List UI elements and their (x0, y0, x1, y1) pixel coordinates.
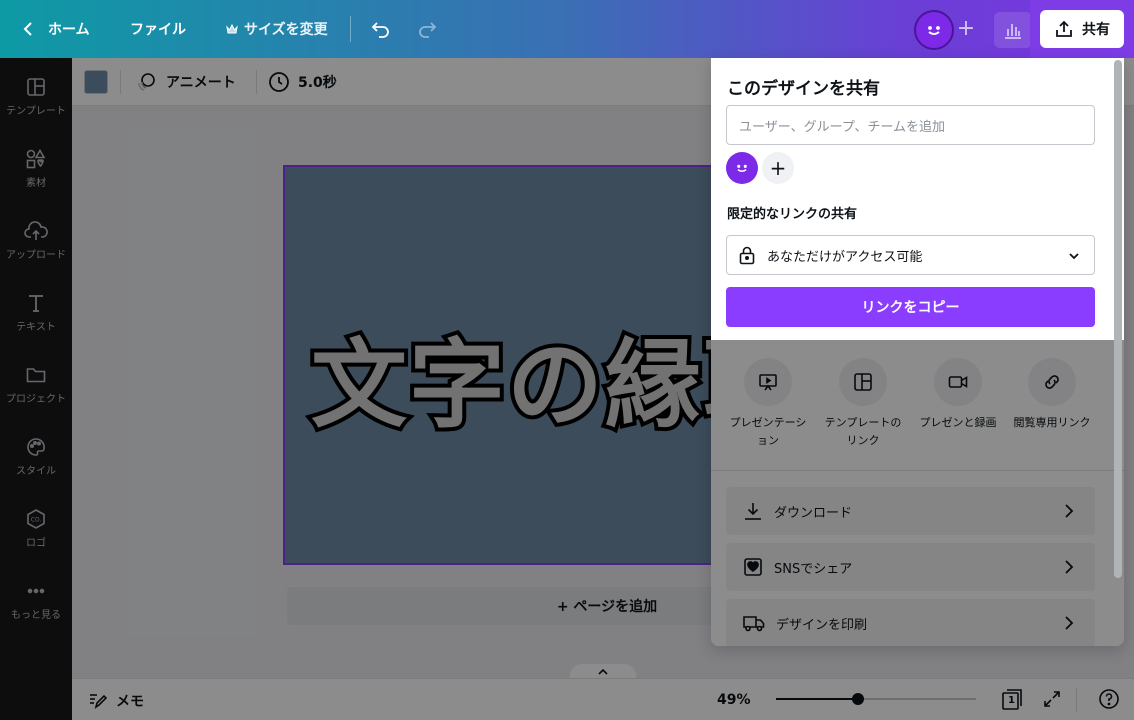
divider (1076, 688, 1077, 712)
sidebar-item-label: テキスト (16, 322, 56, 333)
add-people-input[interactable]: ユーザー、グループ、チームを追加 (726, 105, 1095, 145)
notes-icon[interactable] (88, 690, 108, 710)
sidebar-item-logos[interactable]: CO. ロゴ (0, 508, 72, 568)
sidebar-item-label: テンプレート (6, 106, 66, 117)
animate-button[interactable]: アニメート (134, 58, 236, 106)
logo-icon: CO. (27, 509, 45, 529)
sidebar-item-styles[interactable]: スタイル (0, 436, 72, 496)
resize-button[interactable]: サイズを変更 (226, 0, 328, 58)
add-people-placeholder: ユーザー、グループ、チームを追加 (739, 119, 946, 135)
redo-button[interactable] (416, 0, 438, 58)
chevron-left-icon (23, 22, 32, 36)
help-icon (1099, 689, 1119, 709)
sidebar-item-elements[interactable]: 素材 (0, 148, 72, 208)
sidebar-item-label: 素材 (26, 178, 46, 189)
smile-icon (737, 164, 747, 173)
share-label: 共有 (1082, 22, 1110, 38)
file-menu-button[interactable]: ファイル (130, 0, 186, 58)
fullscreen-button[interactable] (1042, 689, 1062, 709)
share-panel-title: このデザインを共有 (727, 79, 880, 99)
animate-label: アニメート (166, 75, 236, 91)
chevron-up-icon (598, 668, 608, 675)
zoom-slider-handle[interactable] (852, 693, 864, 705)
panel-dim-overlay (711, 340, 1124, 646)
sidebar-item-label: アップロード (6, 250, 66, 261)
share-upload-icon (1056, 20, 1072, 37)
duration-label: 5.0秒 (298, 75, 337, 91)
link-access-value: あなただけがアクセス可能 (767, 249, 923, 265)
palette-icon (27, 438, 45, 456)
home-label: ホーム (48, 22, 90, 38)
expand-icon (1044, 691, 1060, 707)
redo-icon (419, 22, 437, 38)
page-count-button[interactable]: 1 (1000, 687, 1024, 711)
page-number: 1 (1008, 695, 1015, 706)
sidebar-item-label: プロジェクト (6, 394, 66, 405)
more-icon (27, 588, 45, 594)
share-panel: このデザインを共有 ユーザー、グループ、チームを追加 + 限定的なリンクの共有 … (711, 58, 1124, 646)
zoom-level[interactable]: 49% (717, 692, 751, 708)
sidebar-item-label: スタイル (16, 466, 56, 477)
home-button[interactable]: ホーム (20, 0, 90, 58)
sidebar-item-uploads[interactable]: アップロード (0, 220, 72, 280)
zoom-slider-fill (776, 698, 858, 700)
divider (350, 16, 351, 42)
sidebar-item-text[interactable]: テキスト (0, 292, 72, 352)
folder-icon (26, 368, 46, 383)
background-color-swatch[interactable] (84, 70, 108, 94)
sidebar-item-label: ロゴ (26, 538, 46, 549)
file-label: ファイル (130, 22, 186, 38)
bar-chart-icon (1005, 24, 1021, 39)
lock-icon (739, 246, 755, 265)
smile-icon (928, 26, 940, 35)
chevron-down-icon (1069, 253, 1079, 260)
link-section-title: 限定的なリンクの共有 (727, 207, 858, 222)
panel-scrollbar[interactable] (1114, 60, 1122, 578)
share-button[interactable]: 共有 (1040, 10, 1124, 48)
add-person-button[interactable]: + (762, 152, 794, 184)
undo-icon (371, 22, 389, 38)
animate-icon (138, 73, 155, 91)
text-icon (29, 295, 43, 312)
notes-label[interactable]: メモ (116, 691, 144, 711)
crown-icon (226, 23, 238, 34)
elements-icon (26, 148, 46, 169)
add-collaborator-icon[interactable]: + (956, 16, 976, 42)
sidebar-item-templates[interactable]: テンプレート (0, 76, 72, 136)
template-icon (27, 78, 45, 96)
clock-icon (269, 72, 289, 92)
help-button[interactable] (1098, 688, 1120, 710)
copy-link-button[interactable]: リンクをコピー (726, 287, 1095, 327)
resize-label: サイズを変更 (244, 22, 328, 38)
divider (120, 70, 121, 94)
sidebar-item-label: もっと見る (11, 610, 61, 621)
user-avatar[interactable] (914, 10, 954, 50)
upload-icon (24, 221, 48, 240)
divider (256, 70, 257, 94)
owner-avatar[interactable] (726, 152, 758, 184)
insights-button[interactable] (994, 12, 1032, 48)
sidebar-item-more[interactable]: もっと見る (0, 580, 72, 640)
share-button-highlight: 共有 (1030, 0, 1134, 58)
undo-button[interactable] (370, 0, 392, 58)
duration-button[interactable]: 5.0秒 (268, 58, 337, 106)
link-access-select[interactable]: あなただけがアクセス可能 (726, 235, 1095, 275)
sidebar-item-projects[interactable]: プロジェクト (0, 364, 72, 424)
svg-text:CO.: CO. (31, 517, 42, 524)
